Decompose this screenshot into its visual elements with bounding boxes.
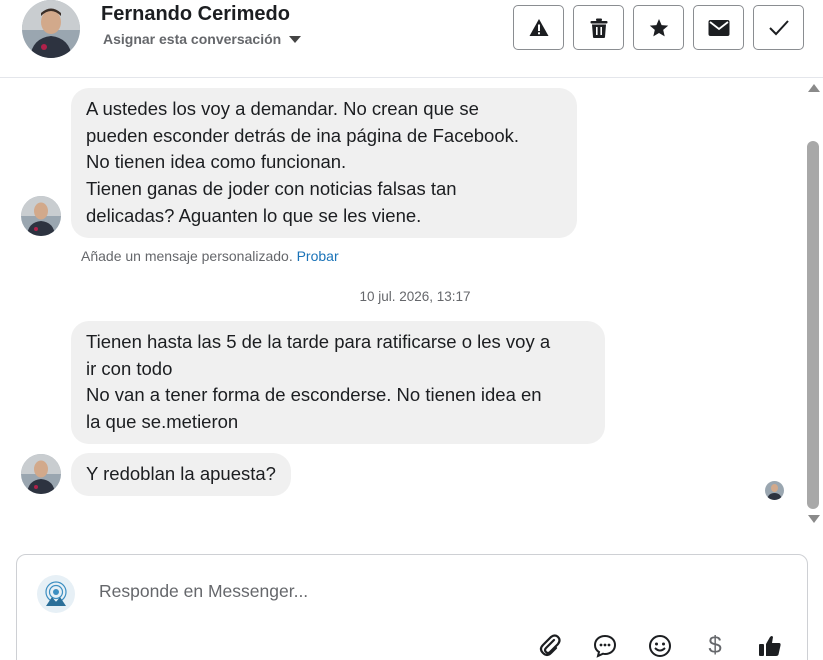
saved-replies-button[interactable] — [590, 631, 620, 660]
scroll-thumb[interactable] — [807, 141, 819, 509]
delete-button[interactable] — [573, 5, 624, 50]
messenger-page-icon — [37, 575, 75, 613]
message-timestamp: 10 jul. 2026, 13:17 — [359, 289, 471, 304]
message-bubble: Tienen hasta las 5 de la tarde para rati… — [71, 321, 605, 444]
thumbs-up-icon — [759, 636, 781, 656]
mark-done-button[interactable] — [753, 5, 804, 50]
hint-text: Añade un mensaje personalizado. — [81, 248, 293, 264]
message-bubble: Y redoblan la apuesta? — [71, 453, 291, 496]
envelope-icon — [708, 19, 729, 36]
star-button[interactable] — [633, 5, 684, 50]
conversation-header: Fernando Cerimedo Asignar esta conversac… — [0, 0, 823, 78]
message-list: A ustedes los voy a demandar. No crean q… — [0, 79, 805, 529]
check-icon — [768, 19, 789, 35]
saved-reply-icon — [593, 634, 617, 658]
seen-avatar — [765, 481, 784, 500]
sender-avatar — [21, 196, 61, 236]
emoji-icon — [649, 635, 671, 657]
caret-down-icon — [289, 35, 302, 43]
payment-button[interactable]: $ — [700, 631, 730, 660]
attach-icon — [539, 634, 561, 657]
reply-input[interactable] — [99, 581, 699, 602]
try-link[interactable]: Probar — [297, 248, 339, 264]
star-icon — [649, 18, 668, 36]
like-button[interactable] — [755, 631, 785, 660]
report-button[interactable] — [513, 5, 564, 50]
personalized-message-hint: Añade un mensaje personalizado. Probar — [81, 248, 339, 264]
assign-label: Asignar esta conversación — [103, 31, 282, 47]
attach-button[interactable] — [535, 631, 565, 660]
message-bubble: A ustedes los voy a demandar. No crean q… — [71, 88, 577, 238]
contact-avatar[interactable] — [22, 0, 80, 58]
mark-unread-button[interactable] — [693, 5, 744, 50]
scroll-down-arrow-icon[interactable] — [808, 515, 820, 523]
message-composer: $ — [16, 554, 808, 660]
dollar-icon: $ — [708, 632, 722, 659]
scroll-up-arrow-icon[interactable] — [808, 84, 820, 92]
sender-avatar — [21, 454, 61, 494]
scrollbar[interactable] — [806, 79, 821, 529]
warning-icon — [529, 18, 548, 36]
assign-conversation-dropdown[interactable]: Asignar esta conversación — [103, 31, 302, 47]
contact-name[interactable]: Fernando Cerimedo — [101, 3, 290, 26]
trash-icon — [590, 18, 607, 38]
emoji-button[interactable] — [645, 631, 675, 660]
